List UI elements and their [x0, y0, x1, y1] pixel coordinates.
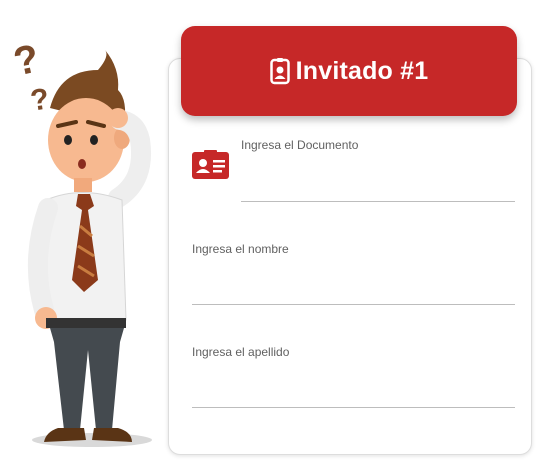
- guest-title: Invitado #1: [295, 56, 429, 85]
- name-input-underline[interactable]: [192, 304, 515, 305]
- lastname-input-underline[interactable]: [192, 407, 515, 408]
- lastname-field[interactable]: Ingresa el apellido: [192, 345, 515, 407]
- name-field[interactable]: Ingresa el nombre: [192, 242, 515, 304]
- svg-text:?: ?: [28, 82, 51, 117]
- id-card-icon: [192, 150, 229, 179]
- document-field[interactable]: Ingresa el Documento: [241, 138, 515, 202]
- lastname-label: Ingresa el apellido: [192, 345, 290, 359]
- svg-text:?: ?: [10, 36, 43, 84]
- document-label: Ingresa el Documento: [241, 138, 359, 152]
- badge-icon: [269, 58, 290, 85]
- confused-man-illustration: ? ?: [10, 36, 152, 447]
- name-label: Ingresa el nombre: [192, 242, 289, 256]
- document-input-underline[interactable]: [241, 201, 515, 202]
- guest-header: Invitado #1: [181, 26, 517, 116]
